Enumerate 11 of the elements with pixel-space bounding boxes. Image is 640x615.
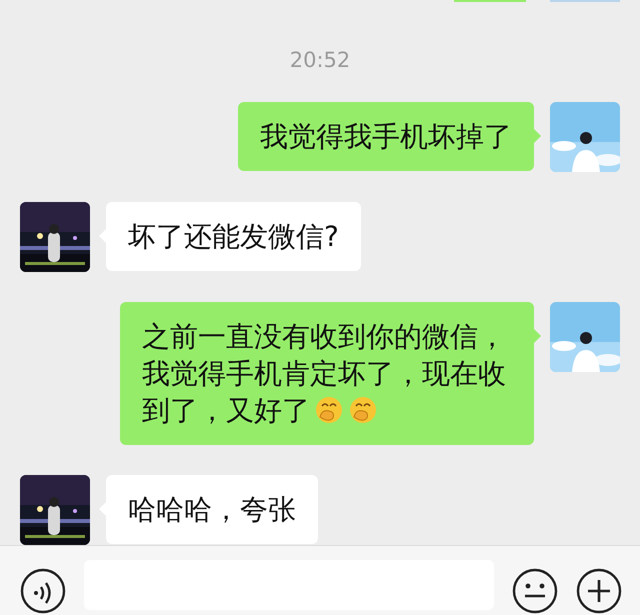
- timestamp: 20:52: [288, 48, 352, 72]
- message-text: 坏了还能发微信?: [128, 220, 339, 253]
- emoji-icon[interactable]: [512, 568, 558, 614]
- emoji-icon: [314, 395, 344, 425]
- message-text: 我觉得我手机坏掉了: [260, 120, 512, 153]
- voice-icon[interactable]: [20, 568, 66, 614]
- message-text: 到了，又好了: [142, 394, 310, 427]
- message-text: 之前一直没有收到你的微信，我觉得手机肯定坏了，现在收: [142, 319, 507, 392]
- plus-icon[interactable]: [576, 568, 622, 614]
- message-text: 哈哈哈，夸张: [128, 493, 296, 526]
- emoji-icon: [348, 395, 378, 425]
